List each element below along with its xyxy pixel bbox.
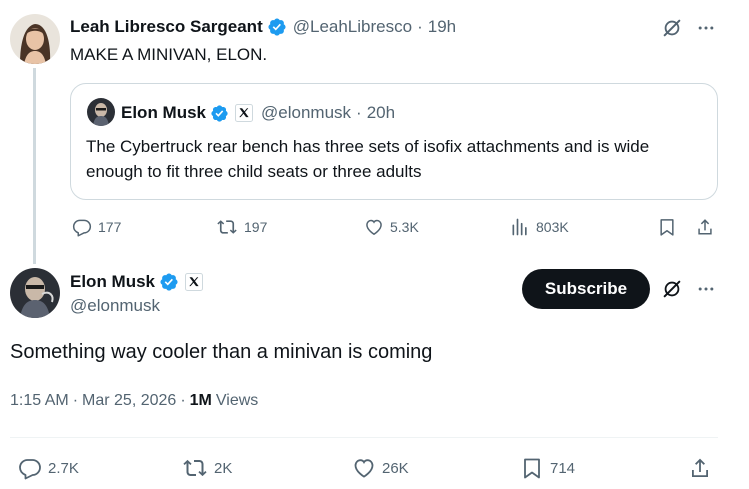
x-logo-icon: [185, 273, 204, 291]
reply-icon: [19, 459, 41, 480]
parent-post-text: MAKE A MINIVAN, ELON.: [70, 45, 268, 64]
share-icon: [692, 458, 708, 477]
reply-icon: [72, 219, 92, 237]
bookmark-count: 714: [550, 459, 576, 477]
repost-count: 2K: [214, 459, 233, 477]
post-date[interactable]: Mar 25, 2026: [82, 392, 176, 410]
more-icon[interactable]: [694, 277, 718, 301]
quoted-post-card[interactable]: Elon Musk @elonmusk · 20h The Cybertruck…: [70, 83, 718, 200]
dot-separator: ·: [356, 103, 362, 122]
quoted-author-name[interactable]: Elon Musk: [121, 103, 206, 123]
share-button[interactable]: [688, 456, 718, 480]
parent-post-header: Leah Libresco Sargeant @LeahLibresco · 1…: [70, 15, 456, 39]
like-count: 5.3K: [390, 219, 419, 235]
main-post-text: Something way cooler than a minivan is c…: [10, 341, 433, 363]
repost-count: 197: [244, 219, 268, 235]
verified-badge-icon[interactable]: [210, 104, 229, 123]
verified-badge-icon[interactable]: [267, 17, 287, 37]
views-count: 803K: [536, 219, 569, 235]
reply-count: 2.7K: [48, 459, 79, 477]
bookmark-icon: [524, 458, 540, 479]
repost-button[interactable]: 2K: [182, 456, 232, 480]
quoted-post-header: Elon Musk @elonmusk · 20h: [121, 102, 395, 124]
verified-badge-icon[interactable]: [159, 272, 179, 292]
dot-separator: ·: [417, 17, 423, 36]
like-icon: [354, 459, 374, 478]
share-icon: [698, 219, 712, 235]
quoted-author-avatar[interactable]: [87, 98, 115, 126]
views-icon: [512, 218, 527, 236]
like-button[interactable]: 5.3K: [364, 217, 419, 237]
subscribe-button[interactable]: Subscribe: [522, 269, 650, 309]
bookmark-icon: [660, 219, 674, 236]
share-button[interactable]: [695, 217, 721, 237]
dot-separator: ·: [72, 392, 79, 409]
dot-separator: ·: [180, 392, 186, 409]
post-time[interactable]: 19h: [428, 17, 456, 37]
x-logo-icon: [235, 104, 254, 122]
author-name[interactable]: Elon Musk: [70, 272, 155, 292]
reply-button[interactable]: 2.7K: [18, 456, 79, 480]
author-handle[interactable]: @LeahLibresco: [293, 17, 412, 37]
main-post-header: Elon Musk: [70, 270, 211, 294]
like-icon: [366, 219, 382, 236]
author-name[interactable]: Leah Libresco Sargeant: [70, 17, 263, 37]
bookmark-button[interactable]: [657, 217, 683, 237]
bookmark-button[interactable]: 714: [520, 456, 575, 480]
more-icon[interactable]: [694, 16, 718, 40]
reply-count: 177: [98, 219, 122, 235]
grok-icon[interactable]: [660, 277, 684, 301]
thread-connector-line: [33, 68, 36, 264]
views-count: 1M: [189, 392, 212, 409]
divider: [10, 437, 718, 438]
like-count: 26K: [382, 459, 409, 477]
repost-button[interactable]: 197: [216, 217, 267, 237]
quoted-post-time[interactable]: 20h: [367, 103, 395, 123]
quoted-author-handle[interactable]: @elonmusk: [261, 103, 351, 123]
post-metadata: 1:15 AM · Mar 25, 2026 · 1M Views: [10, 392, 258, 410]
views-button[interactable]: 803K: [510, 217, 569, 237]
grok-icon[interactable]: [660, 16, 684, 40]
elon-avatar[interactable]: [10, 268, 60, 318]
leah-avatar[interactable]: [10, 14, 60, 64]
repost-icon: [217, 220, 237, 234]
reply-button[interactable]: 177: [72, 217, 121, 237]
author-handle[interactable]: @elonmusk: [70, 296, 160, 316]
post-time[interactable]: 1:15 AM: [10, 392, 69, 410]
like-button[interactable]: 26K: [352, 456, 409, 480]
repost-icon: [183, 459, 207, 477]
views-label: Views: [215, 392, 259, 409]
quoted-post-text: The Cybertruck rear bench has three sets…: [86, 137, 650, 181]
